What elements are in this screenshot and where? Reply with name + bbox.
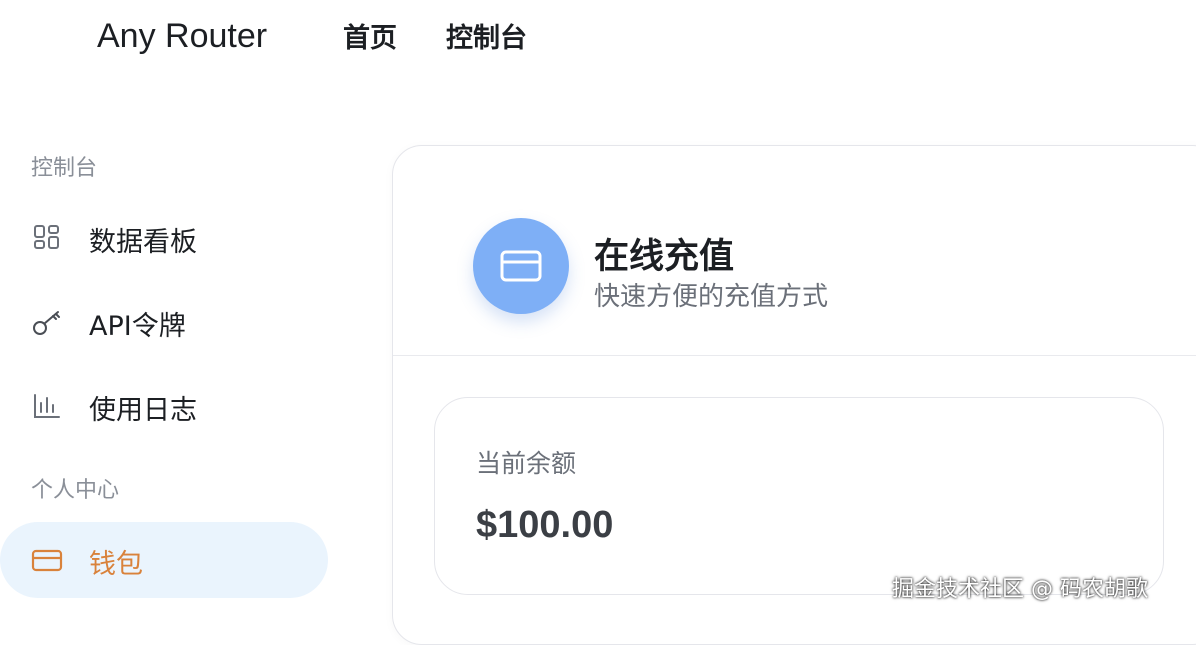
balance-value: $100.00 xyxy=(476,504,614,546)
sidebar-item-api-tokens[interactable]: API令牌 xyxy=(0,284,328,360)
brand-name[interactable]: Any Router xyxy=(97,17,267,56)
page-title: 在线充值 xyxy=(594,237,735,277)
recharge-card: 在线充值 快速方便的充值方式 当前余额 $100.00 xyxy=(392,145,1196,645)
credit-card-icon xyxy=(31,544,63,576)
sidebar-item-usage-logs[interactable]: 使用日志 xyxy=(0,368,328,444)
sidebar-item-label: 使用日志 xyxy=(89,395,197,426)
sidebar-section-console: 控制台 xyxy=(31,156,98,181)
balance-label: 当前余额 xyxy=(476,449,577,478)
balance-panel: 当前余额 $100.00 xyxy=(434,397,1164,595)
sidebar-item-dashboard[interactable]: 数据看板 xyxy=(0,200,328,276)
watermark-text: 掘金技术社区 @ 码农胡歌 xyxy=(892,577,1148,602)
sidebar: 控制台 数据看板 API令牌 使用日志 个人中心 钱包 xyxy=(0,72,360,619)
card-header: 在线充值 快速方便的充值方式 xyxy=(393,146,1196,356)
sidebar-item-wallet[interactable]: 钱包 xyxy=(0,522,328,598)
sidebar-item-label: 数据看板 xyxy=(89,227,197,258)
sidebar-item-label: API令牌 xyxy=(89,311,186,342)
nav-console[interactable]: 控制台 xyxy=(446,16,527,55)
sidebar-section-personal: 个人中心 xyxy=(31,478,120,503)
key-icon xyxy=(31,306,63,338)
app-logo-icon[interactable] xyxy=(28,13,70,55)
dashboard-grid-icon xyxy=(31,222,63,254)
bar-chart-icon xyxy=(31,390,63,422)
top-header: Any Router 首页 控制台 xyxy=(0,0,1196,72)
credit-card-icon xyxy=(473,218,569,314)
sidebar-item-label: 钱包 xyxy=(89,549,143,580)
page-subtitle: 快速方便的充值方式 xyxy=(594,282,829,312)
nav-home[interactable]: 首页 xyxy=(343,16,397,55)
